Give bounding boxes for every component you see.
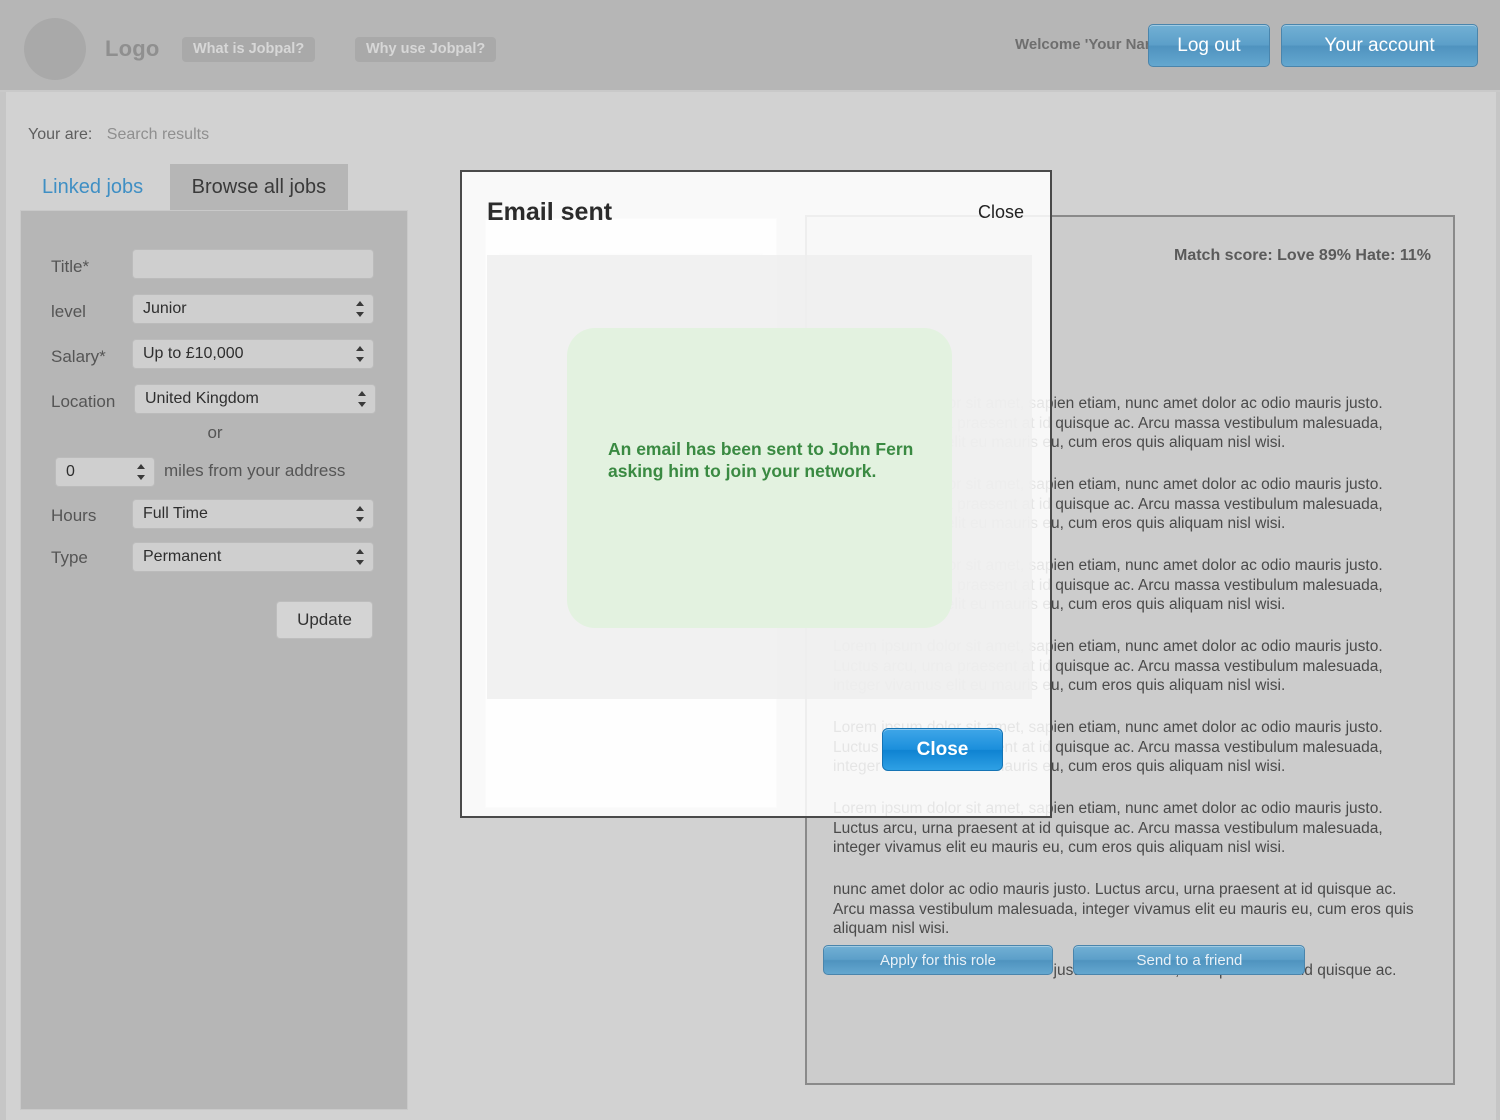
- chevron-updown-icon: [356, 505, 365, 523]
- breadcrumb-current[interactable]: Search results: [107, 126, 209, 143]
- success-message-text: An email has been sent to John Fern aski…: [608, 439, 914, 482]
- location-label: Location: [51, 392, 116, 411]
- level-label: level: [51, 302, 86, 321]
- apply-for-this-role-button[interactable]: Apply for this role: [823, 945, 1053, 975]
- success-message-box: An email has been sent to John Fern aski…: [567, 328, 952, 628]
- chevron-updown-icon: [137, 463, 146, 481]
- chevron-updown-icon: [356, 548, 365, 566]
- miles-select[interactable]: 0: [55, 457, 155, 487]
- title-input[interactable]: [132, 249, 374, 279]
- email-sent-modal: Email sent Close An email has been sent …: [460, 170, 1052, 818]
- log-out-button[interactable]: Log out: [1148, 24, 1270, 67]
- send-to-a-friend-button[interactable]: Send to a friend: [1073, 945, 1306, 975]
- modal-close-button[interactable]: Close: [882, 728, 1003, 771]
- nav-why-use-jobpal[interactable]: Why use Jobpal?: [355, 37, 497, 62]
- chevron-updown-icon: [356, 300, 365, 318]
- location-select-value: United Kingdom: [145, 390, 259, 407]
- chevron-updown-icon: [356, 345, 365, 363]
- type-select[interactable]: Permanent: [132, 542, 374, 572]
- tab-browse-all-jobs[interactable]: Browse all jobs: [169, 164, 349, 210]
- type-label: Type: [51, 548, 88, 567]
- level-select-value: Junior: [143, 300, 187, 317]
- update-button[interactable]: Update: [276, 601, 373, 639]
- job-paragraph: nunc amet dolor ac odio mauris justo. Lu…: [833, 881, 1414, 938]
- welcome-message: Welcome 'Your Name': [1015, 36, 1170, 53]
- job-filter-panel: Title* level Junior Salary* Up to £10,00…: [20, 210, 408, 1110]
- your-account-button[interactable]: Your account: [1281, 24, 1478, 67]
- logo-avatar-icon: [24, 18, 86, 80]
- miles-suffix-label: miles from your address: [164, 461, 346, 480]
- chevron-updown-icon: [358, 390, 367, 408]
- logo-text: Logo: [105, 36, 160, 61]
- modal-close-link[interactable]: Close: [978, 202, 1024, 223]
- page-left-edge: [0, 92, 6, 1120]
- location-select[interactable]: United Kingdom: [134, 384, 376, 414]
- breadcrumb: Your are: Search results: [28, 126, 209, 144]
- salary-select[interactable]: Up to £10,000: [132, 339, 374, 369]
- or-separator: or: [207, 423, 223, 442]
- breadcrumb-prefix: Your are:: [28, 126, 93, 143]
- level-select[interactable]: Junior: [132, 294, 374, 324]
- modal-title: Email sent: [487, 198, 613, 226]
- nav-what-is-jobpal[interactable]: What is Jobpal?: [182, 37, 316, 62]
- salary-select-value: Up to £10,000: [143, 345, 244, 362]
- page-right-edge: [1496, 92, 1500, 1120]
- modal-body: An email has been sent to John Fern aski…: [487, 255, 1032, 699]
- hours-label: Hours: [51, 506, 97, 525]
- salary-label: Salary*: [51, 347, 106, 366]
- tab-linked-jobs[interactable]: Linked jobs: [20, 164, 165, 210]
- title-label: Title*: [51, 257, 90, 276]
- hours-select-value: Full Time: [143, 505, 208, 522]
- job-action-bar: Apply for this role Send to a friend: [823, 945, 1321, 975]
- type-select-value: Permanent: [143, 548, 222, 565]
- site-header: Logo What is Jobpal? Why use Jobpal? Wel…: [0, 0, 1500, 92]
- tab-bar: Linked jobs Browse all jobs: [20, 164, 349, 210]
- hours-select[interactable]: Full Time: [132, 499, 374, 529]
